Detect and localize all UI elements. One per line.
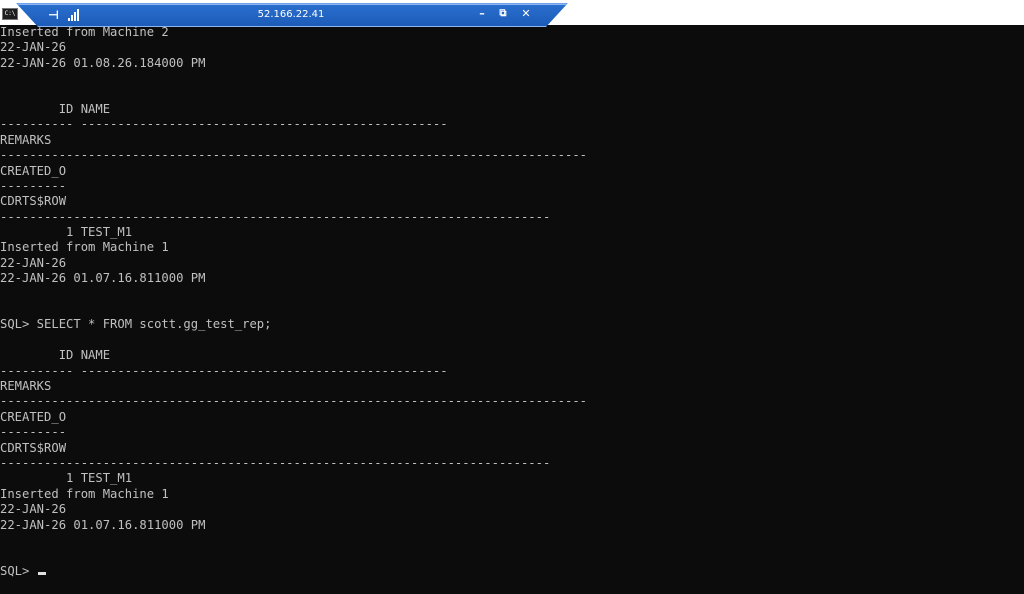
rdp-connection-bar[interactable]: ⊣ 52.166.22.41 – ⧉ ✕ [16, 3, 568, 27]
console-window: C:\ ⊣ 52.166.22.41 – ⧉ ✕ Inserted from M… [0, 0, 1024, 594]
console-line: 22-JAN-26 01.08.26.184000 PM [0, 55, 206, 70]
console-line: 22-JAN-26 01.07.16.811000 PM [0, 271, 206, 286]
rdp-host-title: 52.166.22.41 [257, 9, 325, 20]
console-line: --------- [0, 178, 67, 193]
console-line: CDRTS$ROW [0, 440, 67, 455]
console-line: REMARKS [0, 378, 52, 393]
signal-strength-icon [68, 9, 80, 21]
console-line: --------- [0, 425, 67, 440]
console-line: 1 TEST_M1 [0, 225, 133, 240]
console-line: ----------------------------------------… [0, 455, 551, 470]
console-line: 22-JAN-26 [0, 255, 67, 270]
console-line: CDRTS$ROW [0, 194, 67, 209]
console-line: ---------- -----------------------------… [0, 117, 448, 132]
console-line: REMARKS [0, 132, 52, 147]
console-line: ----------------------------------------… [0, 394, 587, 409]
console-line: 1 TEST_M1 [0, 471, 133, 486]
text-cursor [37, 571, 46, 575]
console-line: 22-JAN-26 [0, 40, 67, 55]
console-line: SQL> SELECT * FROM scott.gg_test_rep; [0, 317, 272, 332]
console-line: Inserted from Machine 2 [0, 25, 169, 39]
console-line: 22-JAN-26 01.07.16.811000 PM [0, 517, 206, 532]
console-line: 22-JAN-26 [0, 502, 67, 517]
console-app-icon[interactable]: C:\ [2, 8, 18, 20]
close-button[interactable]: ✕ [519, 7, 533, 21]
console-line: ---------- -----------------------------… [0, 363, 448, 378]
console-line: Inserted from Machine 1 [0, 486, 169, 501]
console-line: CREATED_O [0, 163, 67, 178]
restore-button[interactable]: ⧉ [496, 7, 510, 21]
console-line: ID NAME [0, 348, 111, 363]
console-line: Inserted from Machine 1 [0, 240, 169, 255]
console-line: ----------------------------------------… [0, 148, 587, 163]
terminal-output[interactable]: Inserted from Machine 2 22-JAN-26 22-JAN-2… [0, 25, 1024, 594]
pin-icon[interactable]: ⊣ [48, 8, 62, 22]
minimize-button[interactable]: – [475, 7, 489, 21]
console-line: CREATED_O [0, 409, 67, 424]
console-line: ----------------------------------------… [0, 209, 551, 224]
console-line: ID NAME [0, 101, 111, 116]
sql-prompt-line: SQL> [0, 564, 1024, 579]
